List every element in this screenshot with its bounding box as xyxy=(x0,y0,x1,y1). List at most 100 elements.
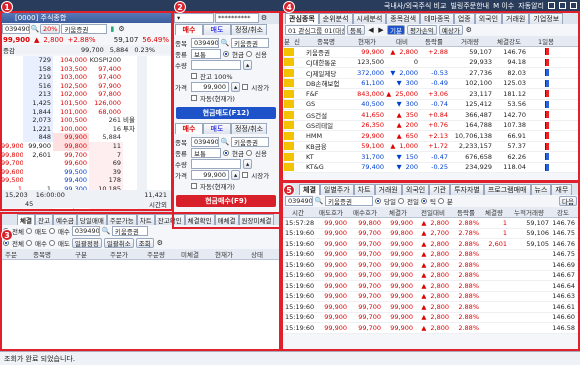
table-row[interactable]: DB손해보험 61,100 ▼ 300 -0.49 102,100 125.03 xyxy=(283,78,579,89)
tab-7[interactable]: 프로그램매매 xyxy=(483,183,531,195)
checkbox-market[interactable] xyxy=(242,83,249,90)
table-row[interactable]: 키움증권 99,900 ▲ 2,800 +2.88 59,107 146.76 xyxy=(283,47,579,58)
orderbook-ask-row[interactable]: 213 102,000 97,800 xyxy=(1,90,171,99)
ask-price[interactable]: 102,500 xyxy=(53,81,89,91)
radio-today[interactable] xyxy=(375,198,381,204)
table-row[interactable]: KT 31,700 ▼ 150 -0.47 676,658 62.26 xyxy=(283,152,579,163)
tab-7[interactable]: 체결확인 xyxy=(184,214,215,225)
ask-price[interactable]: 100,000 xyxy=(53,124,89,134)
order-type-select[interactable]: 보통 xyxy=(191,48,221,59)
column-header[interactable]: 누적거래량 xyxy=(509,207,551,217)
watch-group-select[interactable]: 01 관심그룹 01(대상) xyxy=(285,25,345,35)
column-header[interactable]: 구분 xyxy=(63,249,101,259)
order-price-input-2[interactable]: 99,900 xyxy=(191,169,229,180)
checkbox-market-2[interactable] xyxy=(242,171,249,178)
tab-sell[interactable]: 매도 xyxy=(203,24,231,35)
bid-price[interactable]: 99,700 xyxy=(53,150,89,160)
trades-code-input[interactable]: 039490 xyxy=(285,196,313,206)
table-row[interactable]: 15:19:60 99,900 99,700 99,900 ▲ 2,800 2.88% 146… xyxy=(283,291,579,302)
orderbook-bid-row[interactable]: 99,900 99,900 99,800 11 xyxy=(1,141,171,151)
table-row[interactable]: 15:19:60 99,900 99,700 99,900 ▲ 2,800 2.88% 146… xyxy=(283,270,579,281)
window-max-icon[interactable] xyxy=(559,2,566,9)
table-row[interactable]: CJ대한통운 123,500 0 29,933 94.18 xyxy=(283,57,579,68)
checkbox-auto-price-2[interactable] xyxy=(191,182,197,189)
buy-order-button[interactable]: 현금매수(F9) xyxy=(176,195,276,207)
stock-name[interactable]: CJ제일제당 xyxy=(304,68,352,78)
stock-name[interactable]: GS건설 xyxy=(304,110,352,120)
tab-4[interactable]: 외국인 xyxy=(401,183,430,195)
orderbook-ask-row[interactable]: 848 99,900 5,884 xyxy=(1,133,171,142)
column-header[interactable]: 체결강도 xyxy=(493,36,527,46)
arrow-right-icon[interactable]: ▶ xyxy=(377,26,385,34)
topbar-item[interactable]: 자동알리 xyxy=(518,1,544,11)
column-header[interactable]: 주문 xyxy=(1,249,23,259)
stock-name[interactable]: CJ대한통운 xyxy=(304,57,352,67)
table-row[interactable]: 15:19:60 99,900 99,700 99,900 ▲ 2,800 2.88% 146… xyxy=(283,312,579,323)
tab-sell-2[interactable]: 매도 xyxy=(203,123,231,134)
table-row[interactable]: GS리테일 26,350 ▲ 200 +0.76 164,788 107.38 xyxy=(283,120,579,131)
sell-order-button[interactable]: 현금매도(F12) xyxy=(176,107,276,119)
tab-4[interactable]: 주문가능 xyxy=(106,214,137,225)
tab-6[interactable]: 투자자별 xyxy=(450,183,484,195)
order-qty-input[interactable] xyxy=(191,59,241,70)
tab-0[interactable]: 관심종목 xyxy=(285,12,319,24)
table-row[interactable]: KB금융 59,100 ▲ 1,000 +1.72 2,233,157 57.37 xyxy=(283,141,579,152)
tab-7[interactable]: 거래원 xyxy=(502,12,530,24)
window-close-icon[interactable] xyxy=(570,2,577,9)
account-select[interactable]: ▾ xyxy=(174,13,214,23)
tab-1[interactable]: 순위분석 xyxy=(318,12,353,24)
orderbook-bid-row[interactable]: 99,500 99,400 178 xyxy=(1,176,171,185)
stock-name[interactable]: 키움증권 xyxy=(304,47,352,57)
tab-3[interactable]: 거래원 xyxy=(374,183,402,195)
next-button[interactable]: 다음 xyxy=(559,196,577,206)
column-header[interactable]: 현재가 xyxy=(351,36,385,46)
radio-buy[interactable] xyxy=(48,228,55,234)
orderbook-bid-row[interactable]: 99,800 2,601 99,700 7 xyxy=(1,150,171,160)
table-row[interactable]: KT&G 79,400 ▼ 200 -0.25 234,929 118.04 xyxy=(283,162,579,173)
settings-icon[interactable]: ⚙ xyxy=(465,26,473,34)
orderbook-ask-row[interactable]: 1,844 101,000 68,000 xyxy=(1,107,171,117)
radio-minute[interactable] xyxy=(437,198,444,204)
settings-icon[interactable]: ⚙ xyxy=(117,25,125,33)
column-header[interactable]: 체결가 xyxy=(383,207,415,217)
chart-icon[interactable]: ▮ xyxy=(108,25,116,33)
orderbook-ask-row[interactable]: 1,221 100,000 16 투자 xyxy=(1,124,171,134)
search-icon[interactable]: 🔍 xyxy=(221,39,230,47)
column-header[interactable]: 종목명 xyxy=(303,36,351,46)
column-header[interactable]: 등락률 xyxy=(421,36,449,46)
checkbox-auto-price[interactable] xyxy=(191,94,197,101)
tab-3[interactable]: 종목검색 xyxy=(386,12,421,24)
orderbook-ask-row[interactable]: 158 103,500 97,400 xyxy=(1,64,171,74)
basic-button[interactable]: 기분 xyxy=(386,25,405,35)
tab-2[interactable]: 시세분석 xyxy=(352,12,387,24)
search-icon[interactable]: 🔍 xyxy=(221,138,230,146)
password-field[interactable]: ********** xyxy=(215,13,259,23)
radio-buy-2[interactable] xyxy=(25,240,32,246)
radio-sell[interactable] xyxy=(25,228,32,234)
column-header[interactable]: 신 xyxy=(293,36,303,46)
table-row[interactable]: HMM 29,900 ▲ 650 +2.13 10,706,138 66.91 xyxy=(283,131,579,142)
tab-buy-2[interactable]: 매수 xyxy=(175,123,203,134)
table-row[interactable]: 15:19:60 99,900 99,700 99,900 ▲ 2,800 2.88% 146… xyxy=(283,323,579,334)
topbar-item[interactable]: 국내사/외국주식 비교 xyxy=(384,1,447,11)
checkbox-balance[interactable] xyxy=(191,72,197,79)
radio-yesterday[interactable] xyxy=(397,198,404,204)
table-row[interactable]: 15:19:60 99,900 99,700 99,900 ▲ 2,800 2.88% 146… xyxy=(283,249,579,260)
search-icon[interactable]: 🔍 xyxy=(31,25,40,33)
ask-price[interactable]: 103,000 xyxy=(53,73,89,82)
ask-price[interactable]: 99,900 xyxy=(53,133,89,142)
tab-modify[interactable]: 정정/취소 xyxy=(231,24,267,35)
order-type-select-2[interactable]: 보통 xyxy=(191,147,221,158)
bid-price[interactable]: 99,500 xyxy=(53,167,89,177)
bulk-cancel-button[interactable]: 일괄취소 xyxy=(103,238,134,248)
ask-price[interactable]: 102,000 xyxy=(53,90,89,99)
table-row[interactable]: F&F 843,000 ▲ 25,000 +3.06 23,117 181.12 xyxy=(283,89,579,100)
window-min-icon[interactable] xyxy=(548,2,555,9)
column-header[interactable]: 상태 xyxy=(243,249,273,259)
column-header[interactable]: 주문량 xyxy=(139,249,175,259)
ask-price[interactable]: 104,000 xyxy=(53,56,89,65)
tab-5[interactable]: 업종 xyxy=(453,12,475,24)
topbar-item[interactable]: 빌링주문한내 xyxy=(450,1,489,11)
tab-buy[interactable]: 매수 xyxy=(175,24,203,35)
column-header[interactable]: 종목명 xyxy=(23,249,63,259)
